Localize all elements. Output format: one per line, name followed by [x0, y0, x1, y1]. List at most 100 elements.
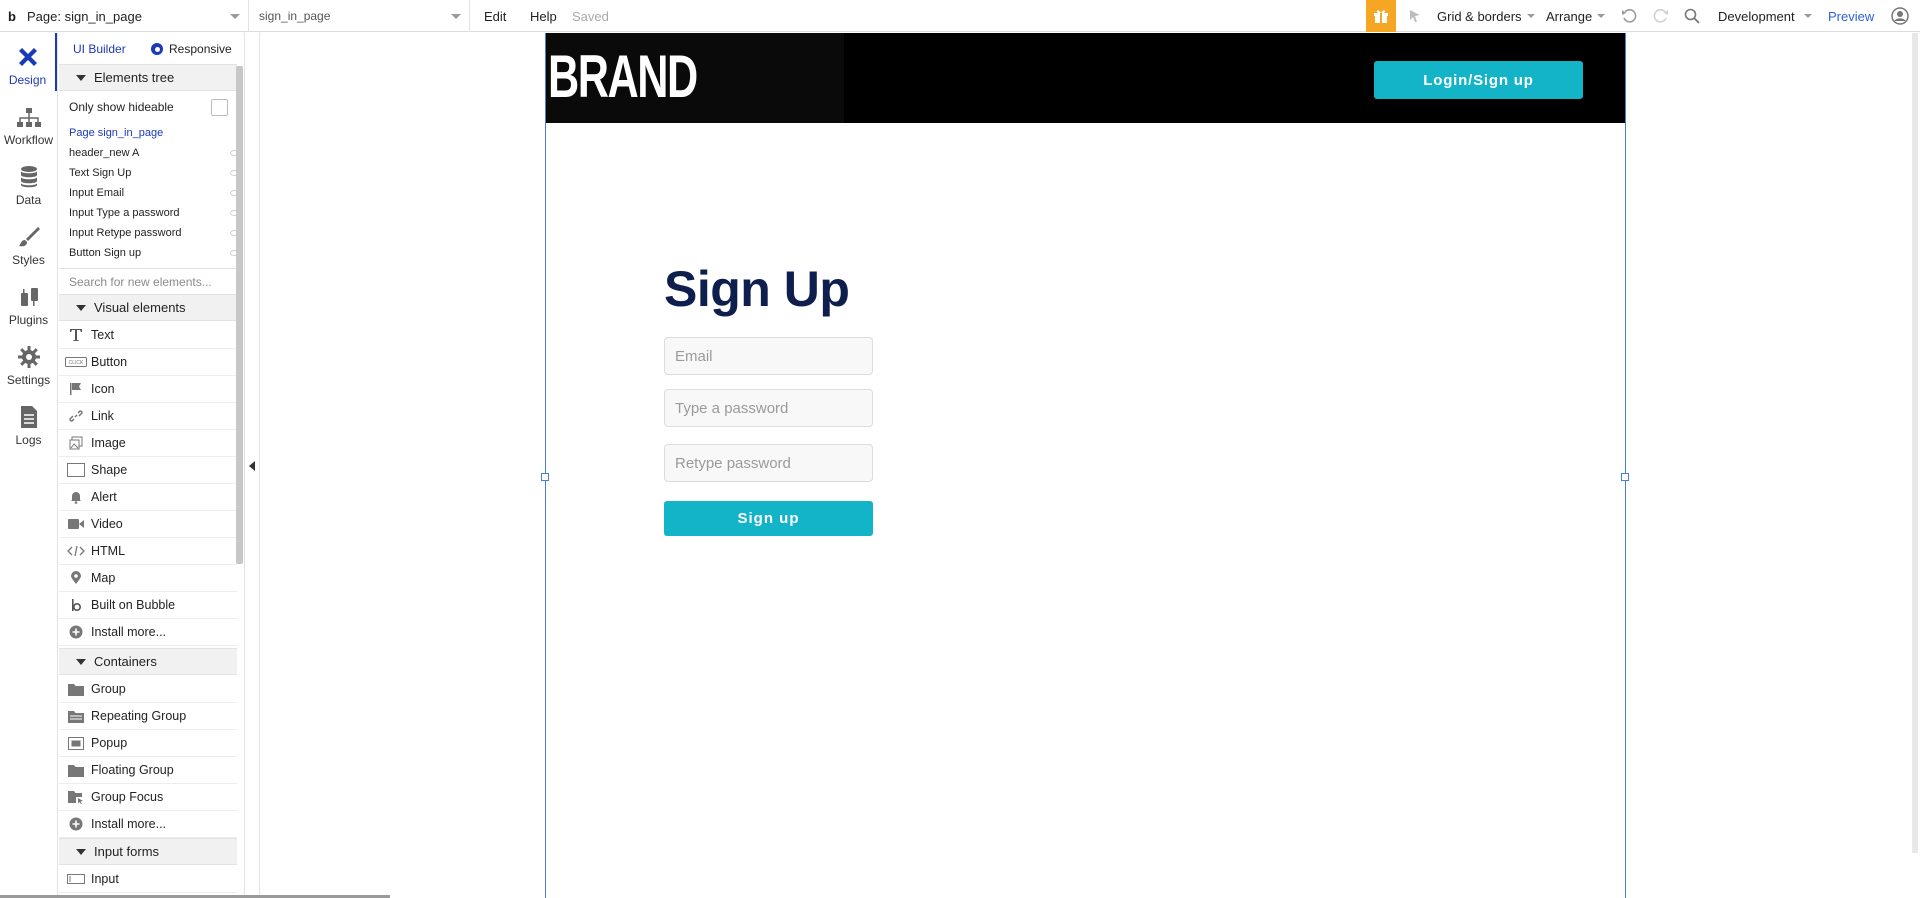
resize-handle-left[interactable] [541, 473, 549, 481]
palette-item-label: Alert [91, 490, 117, 504]
section-containers[interactable]: Containers [59, 648, 237, 675]
palette-item-label: Repeating Group [91, 709, 187, 723]
password-input[interactable]: Type a password [664, 389, 873, 427]
email-input[interactable]: Email [664, 337, 873, 375]
edit-menu[interactable]: Edit [484, 0, 506, 32]
workflow-icon [16, 108, 41, 127]
palette-item-group-focus[interactable]: Group Focus [59, 784, 237, 811]
rail-item-workflow[interactable]: Workflow [0, 93, 57, 151]
input-icon [62, 873, 90, 885]
palette-item-link[interactable]: Link [59, 403, 237, 430]
header-new-a[interactable]: BRAND Login/Sign up [546, 33, 1625, 123]
rail-item-plugins[interactable]: Plugins [0, 273, 57, 331]
palette-item-label: Built on Bubble [91, 598, 176, 612]
palette-item-label: Install more... [91, 817, 167, 831]
top-toolbar: b Page: sign_in_page sign_in_page Edit H… [0, 0, 1920, 32]
tree-item[interactable]: Text Sign Up [69, 164, 239, 182]
rail-item-logs[interactable]: Logs [0, 393, 57, 451]
palette-item-group[interactable]: Group [59, 676, 237, 703]
section-visual-elements[interactable]: Visual elements [59, 294, 237, 321]
palette-item-shape[interactable]: Shape [59, 457, 237, 484]
brand-logo-text[interactable]: BRAND [548, 47, 698, 107]
search-icon[interactable] [1681, 0, 1703, 32]
section-visual-elements-label: Visual elements [94, 300, 186, 315]
palette-tabs: UI Builder Responsive [59, 33, 245, 65]
arrange-menu[interactable]: Arrange [1546, 0, 1606, 32]
popup-icon [62, 736, 90, 750]
sign-up-title[interactable]: Sign Up [664, 264, 850, 314]
folder-stack-icon [62, 710, 90, 723]
rail-item-styles[interactable]: Styles [0, 213, 57, 271]
palette-scrollbar[interactable] [236, 66, 243, 564]
canvas-vertical-scrollbar[interactable] [1912, 33, 1918, 853]
palette-item-html[interactable]: HTML [59, 538, 237, 565]
bell-icon [62, 490, 90, 504]
version-selector-label: sign_in_page [259, 9, 331, 23]
button-icon: CLICK [62, 357, 90, 367]
svg-text:CLICK: CLICK [69, 360, 84, 366]
bubble-logo-icon [62, 598, 90, 612]
floating-folder-icon [62, 764, 90, 777]
palette-item-repeating-group[interactable]: Repeating Group [59, 703, 237, 730]
grid-borders-menu[interactable]: Grid & borders [1437, 0, 1535, 32]
rail-item-data[interactable]: Data [0, 153, 57, 211]
palette-item-built-on-bubble[interactable]: Built on Bubble [59, 592, 237, 619]
palette-item-text[interactable]: Text [59, 322, 237, 349]
tab-responsive[interactable]: Responsive [151, 42, 232, 56]
tree-item[interactable]: Input Email [69, 184, 239, 202]
environment-selector[interactable]: Development [1718, 0, 1812, 32]
tree-item-label: header_new A [69, 147, 140, 159]
help-menu[interactable]: Help [530, 0, 557, 32]
undo-icon[interactable] [1618, 0, 1640, 32]
gift-icon[interactable] [1366, 0, 1396, 32]
section-elements-tree[interactable]: Elements tree [59, 64, 237, 91]
tree-item-page[interactable]: Page sign_in_page [69, 124, 239, 142]
resize-handle-right[interactable] [1621, 473, 1629, 481]
tree-item-label: Button Sign up [69, 247, 142, 259]
login-signup-button[interactable]: Login/Sign up [1374, 61, 1583, 99]
sign-up-button[interactable]: Sign up [664, 501, 873, 536]
page-frame[interactable]: BRAND Login/Sign up Sign Up Email Type a… [541, 33, 1629, 898]
palette-item-label: Text [91, 328, 114, 342]
only-show-hideable-checkbox[interactable] [211, 99, 228, 116]
palette-item-install-more-visual[interactable]: Install more... [59, 619, 237, 646]
tab-ui-builder[interactable]: UI Builder [73, 42, 126, 56]
palette-item-alert[interactable]: Alert [59, 484, 237, 511]
chevron-down-icon [451, 13, 461, 19]
version-selector[interactable]: sign_in_page [250, 0, 470, 32]
palette-item-map[interactable]: Map [59, 565, 237, 592]
tree-item[interactable]: header_new A [69, 144, 239, 162]
palette-item-popup[interactable]: Popup [59, 730, 237, 757]
bubble-logo[interactable]: b [0, 0, 24, 32]
page-selector[interactable]: Page: sign_in_page [27, 0, 249, 32]
palette-item-label: Shape [91, 463, 128, 477]
search-elements-input[interactable]: Search for new elements... [59, 268, 237, 294]
pointer-icon[interactable] [1404, 0, 1426, 32]
rail-label-styles: Styles [12, 253, 45, 267]
palette-item-video[interactable]: Video [59, 511, 237, 538]
redo-icon[interactable] [1650, 0, 1672, 32]
user-account-icon[interactable] [1888, 0, 1912, 32]
link-icon [62, 409, 90, 423]
rail-label-plugins: Plugins [8, 313, 49, 327]
collapse-panel-arrow-icon[interactable] [249, 461, 255, 471]
palette-item-floating-group[interactable]: Floating Group [59, 757, 237, 784]
palette-item-icon[interactable]: Icon [59, 376, 237, 403]
retype-password-input[interactable]: Retype password [664, 444, 873, 482]
palette-item-image[interactable]: Image [59, 430, 237, 457]
tree-item[interactable]: Input Type a password [69, 204, 239, 222]
section-input-forms[interactable]: Input forms [59, 838, 237, 865]
palette-item-install-more-containers[interactable]: Install more... [59, 811, 237, 838]
rail-item-settings[interactable]: Settings [0, 333, 57, 391]
data-icon [20, 166, 37, 188]
rail-item-design[interactable]: Design [0, 33, 57, 91]
tab-responsive-label: Responsive [169, 42, 232, 56]
palette-item-label: Floating Group [91, 763, 174, 777]
tree-item[interactable]: Button Sign up [69, 244, 239, 262]
palette-item-button[interactable]: CLICK Button [59, 349, 237, 376]
chevron-down-icon [230, 13, 240, 19]
collapse-triangle-icon [76, 74, 86, 81]
palette-item-input[interactable]: Input [59, 866, 237, 893]
preview-link[interactable]: Preview [1828, 0, 1874, 32]
tree-item[interactable]: Input Retype password [69, 224, 239, 242]
